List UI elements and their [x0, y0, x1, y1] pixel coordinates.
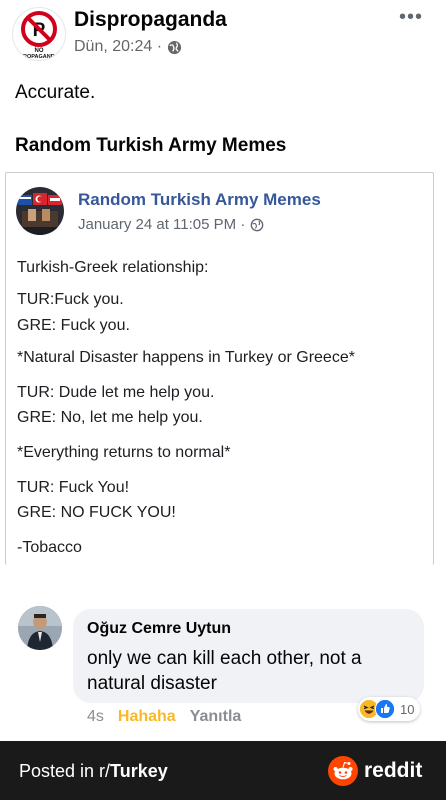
like-thumb-icon: [375, 699, 395, 719]
globe-icon: [250, 218, 264, 231]
comment-text: only we can kill each other, not a natur…: [87, 648, 362, 694]
shared-text-line: *Natural Disaster happens in Turkey or G…: [17, 349, 355, 366]
shared-text-line: *Everything returns to normal*: [17, 444, 231, 461]
shared-meta: January 24 at 11:05 PM ·: [78, 216, 264, 233]
shared-text-line: GRE: NO FUCK YOU!: [17, 504, 176, 521]
shared-text-line: GRE: Fuck you.: [17, 317, 130, 334]
shared-page-name-link[interactable]: Random Turkish Army Memes: [78, 190, 321, 210]
shared-text-line: Turkish-Greek relationship:: [17, 259, 209, 276]
shared-text-line: GRE: No, let me help you.: [17, 409, 203, 426]
reaction-count: 10: [400, 701, 415, 717]
reddit-brand[interactable]: reddit: [328, 756, 422, 786]
comment-time[interactable]: 4s: [87, 708, 104, 726]
comment-author-link[interactable]: Oğuz Cemre Uytun: [87, 620, 231, 638]
commenter-avatar[interactable]: [18, 606, 62, 650]
reddit-footer: Posted in r/Turkey reddit: [0, 741, 446, 800]
haha-reaction-button[interactable]: Hahaha: [118, 708, 176, 726]
reply-button[interactable]: Yanıtla: [190, 708, 242, 726]
post-meta: Dün, 20:24 ·: [74, 38, 182, 56]
shared-timestamp[interactable]: January 24 at 11:05 PM ·: [78, 216, 245, 233]
shared-page-avatar[interactable]: [16, 187, 64, 235]
person-avatar-icon: [18, 606, 62, 650]
shared-text-line: TUR:Fuck you.: [17, 291, 124, 308]
more-options-button[interactable]: •••: [399, 6, 423, 29]
flags-avatar-icon: [16, 187, 64, 235]
comment-actions: 4s Hahaha Yanıtla: [87, 708, 241, 726]
comment-bubble: Oğuz Cemre Uytun only we can kill each o…: [73, 609, 424, 703]
posted-in-label[interactable]: Posted in r/Turkey: [19, 761, 168, 782]
shared-text-line: -Tobacco: [17, 539, 82, 556]
no-propaganda-logo-icon: P NO PROPAGANDA: [19, 11, 59, 60]
shared-text-line: TUR: Fuck You!: [17, 479, 130, 496]
post-timestamp[interactable]: Dün, 20:24 ·: [74, 38, 162, 56]
posted-prefix: Posted in r/: [19, 761, 111, 781]
reddit-snoo-icon: [328, 756, 358, 786]
post-text: Accurate.: [15, 82, 96, 103]
globe-icon: [168, 40, 182, 54]
page-name-link[interactable]: Dispropaganda: [74, 8, 227, 32]
shared-page-title[interactable]: Random Turkish Army Memes: [15, 135, 286, 157]
shared-text-line: TUR: Dude let me help you.: [17, 384, 215, 401]
svg-text:PROPAGANDA: PROPAGANDA: [19, 54, 58, 60]
reddit-wordmark: reddit: [364, 759, 423, 782]
shared-post-card[interactable]: Random Turkish Army Memes January 24 at …: [5, 172, 434, 565]
reaction-summary[interactable]: 10: [358, 697, 421, 721]
subreddit-name: Turkey: [110, 761, 168, 781]
page-avatar[interactable]: P NO PROPAGANDA: [12, 7, 66, 61]
